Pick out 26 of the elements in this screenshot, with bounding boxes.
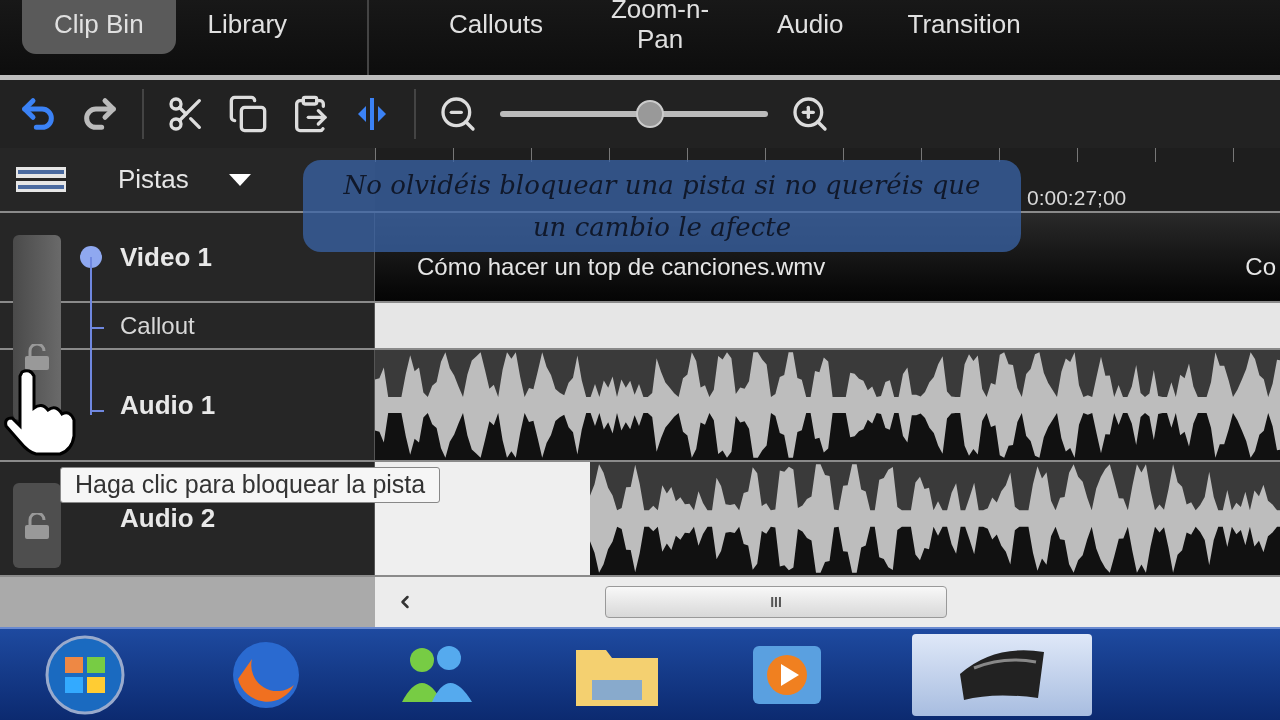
time-label: 0:00:27;00 [1027, 185, 1127, 211]
scrollbar-grip: III [770, 592, 782, 612]
track-name: Audio 2 [120, 502, 216, 535]
lock-icon [24, 344, 50, 370]
scrollbar-thumb[interactable]: III [605, 586, 947, 618]
track-name: Callout [120, 310, 195, 341]
panel-tab[interactable]: Library [175, 0, 320, 54]
horizontal-scrollbar[interactable]: III [375, 577, 1280, 627]
track-name: Video 1 [120, 240, 212, 274]
panel-tab[interactable]: Transition [875, 0, 1053, 54]
tooltip-text: Haga clic para bloquear la pista [75, 469, 426, 501]
clip-title: Co [1245, 252, 1277, 282]
panel-tab[interactable]: Audio [745, 0, 876, 54]
zoom-in-icon[interactable] [790, 94, 830, 134]
tracks-icon[interactable] [16, 166, 66, 193]
panel-tab[interactable]: Clip Bin [22, 0, 176, 54]
lock-icon [24, 512, 50, 539]
panel-tab[interactable]: Zoom-n-Pan [575, 0, 745, 54]
caret-icon [228, 173, 251, 186]
clip-title: Cómo hacer un top de canciones.wmv [417, 252, 826, 282]
track-name: Audio 1 [120, 388, 216, 422]
zoom-slider-thumb[interactable] [636, 100, 665, 128]
zoom-out-icon[interactable] [438, 94, 478, 134]
active-taskbar-button[interactable] [912, 633, 1092, 716]
panel-tab[interactable]: Callouts [417, 0, 575, 54]
copy-icon[interactable] [228, 94, 268, 134]
